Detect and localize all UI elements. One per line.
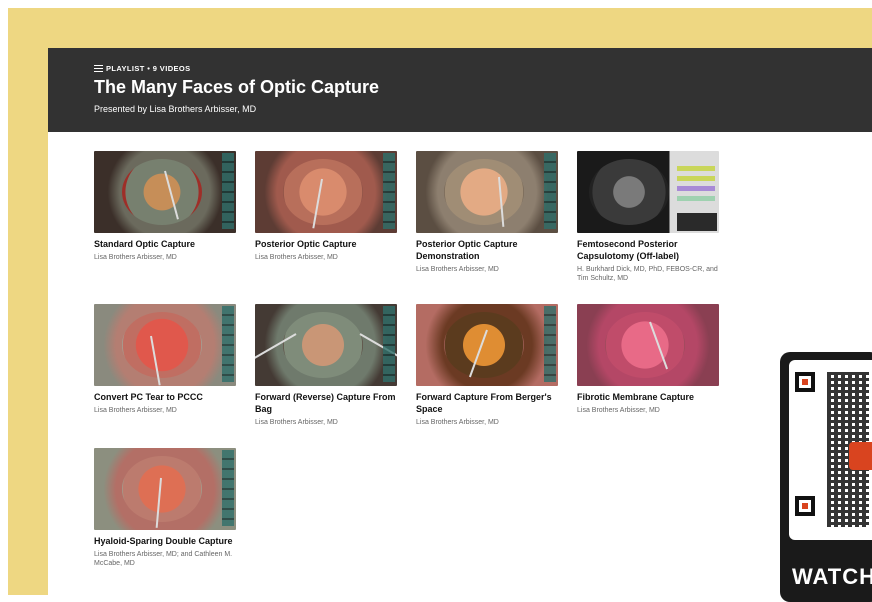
video-author: Lisa Brothers Arbisser, MD [255,254,338,261]
video-card-1[interactable]: Standard Optic Capture Lisa Brothers Arb… [94,151,239,262]
video-author: Lisa Brothers Arbisser, MD; and Cathleen… [94,551,233,567]
video-title[interactable]: Forward (Reverse) Capture From Bag [255,391,400,415]
page-title: The Many Faces of Optic Capture [94,77,380,97]
list-icon [94,65,103,73]
video-title[interactable]: Standard Optic Capture [94,238,239,250]
playlist-header: PLAYLIST • 9 VIDEOS The Many Faces of Op… [48,48,872,132]
video-thumbnail[interactable] [416,151,558,233]
video-thumbnail[interactable] [255,304,397,386]
video-card-5[interactable]: Convert PC Tear to PCCC Lisa Brothers Ar… [94,304,239,415]
video-card-7[interactable]: Forward Capture From Berger's Space Lisa… [416,304,561,427]
playlist-count: PLAYLIST • 9 VIDEOS [106,64,191,73]
video-thumbnail[interactable] [577,304,719,386]
video-author: Lisa Brothers Arbisser, MD [416,266,499,273]
video-card-9[interactable]: Hyaloid-Sparing Double Capture Lisa Brot… [94,448,239,568]
video-card-8[interactable]: Fibrotic Membrane Capture Lisa Brothers … [577,304,722,415]
video-author: Lisa Brothers Arbisser, MD [94,254,177,261]
video-title[interactable]: Posterior Optic Capture [255,238,400,250]
video-author: Lisa Brothers Arbisser, MD [416,419,499,426]
qr-code-card[interactable]: WATCH [780,352,872,602]
presenter-line: Presented by Lisa Brothers Arbisser, MD [94,104,257,114]
video-title[interactable]: Hyaloid-Sparing Double Capture [94,535,239,547]
video-author: Lisa Brothers Arbisser, MD [94,407,177,414]
video-author: Lisa Brothers Arbisser, MD [577,407,660,414]
video-thumbnail[interactable] [577,151,719,233]
video-thumbnail[interactable] [94,304,236,386]
playlist-panel: PLAYLIST • 9 VIDEOS The Many Faces of Op… [48,48,872,595]
video-author: H. Burkhard Dick, MD, PhD, FEBOS-CR, and… [577,266,718,282]
video-thumbnail[interactable] [94,448,236,530]
video-card-4[interactable]: Femtosecond Posterior Capsulotomy (Off-l… [577,151,722,283]
video-title[interactable]: Convert PC Tear to PCCC [94,391,239,403]
video-grid: Standard Optic Capture Lisa Brothers Arb… [94,151,734,591]
video-title[interactable]: Forward Capture From Berger's Space [416,391,561,415]
video-title[interactable]: Femtosecond Posterior Capsulotomy (Off-l… [577,238,722,262]
video-card-2[interactable]: Posterior Optic Capture Lisa Brothers Ar… [255,151,400,262]
video-thumbnail[interactable] [255,151,397,233]
playlist-eyebrow: PLAYLIST • 9 VIDEOS [94,64,191,73]
video-thumbnail[interactable] [94,151,236,233]
video-title[interactable]: Posterior Optic Capture Demonstration [416,238,561,262]
watch-label: WATCH [792,564,872,589]
video-thumbnail[interactable] [416,304,558,386]
qr-code-icon[interactable] [789,360,872,540]
video-author: Lisa Brothers Arbisser, MD [255,419,338,426]
video-title[interactable]: Fibrotic Membrane Capture [577,391,722,403]
video-card-3[interactable]: Posterior Optic Capture Demonstration Li… [416,151,561,274]
video-card-6[interactable]: Forward (Reverse) Capture From Bag Lisa … [255,304,400,427]
